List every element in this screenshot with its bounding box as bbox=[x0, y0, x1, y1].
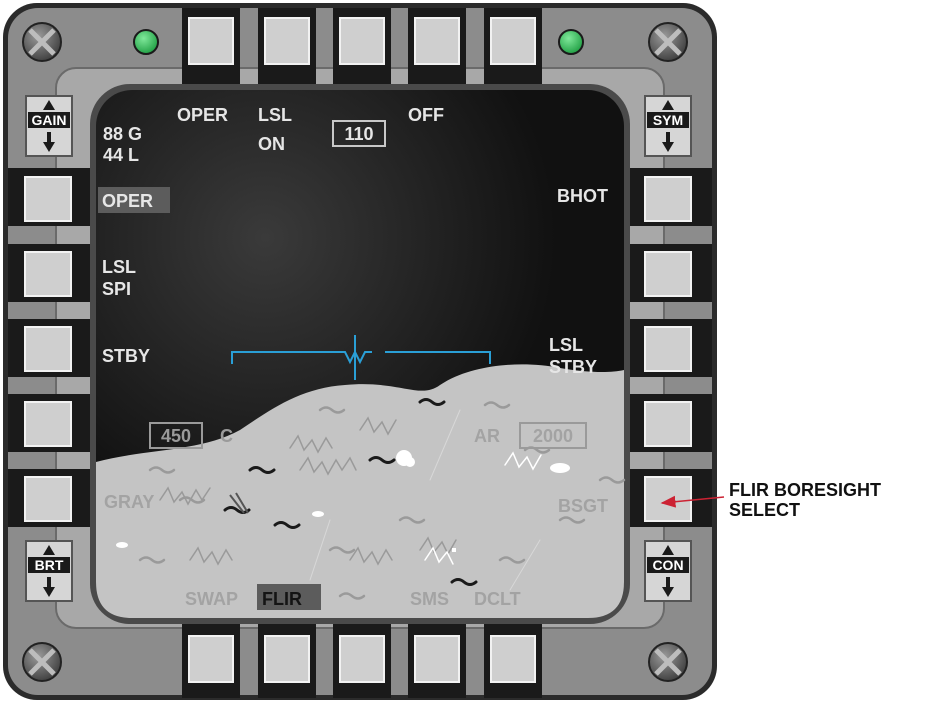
left-button-5[interactable] bbox=[8, 469, 92, 527]
right-bsgt-label: BSGT bbox=[558, 496, 608, 516]
screw-icon bbox=[22, 642, 62, 682]
bottom-swap-label: SWAP bbox=[185, 589, 238, 609]
indicator-light-right bbox=[558, 29, 584, 55]
left-gray-label: GRAY bbox=[104, 492, 154, 512]
speed-value: 450 bbox=[161, 426, 191, 446]
left-button-3[interactable] bbox=[8, 319, 92, 377]
screw-icon bbox=[22, 22, 62, 62]
left-spi-label: SPI bbox=[102, 279, 131, 299]
right-lsl-label: LSL bbox=[549, 335, 583, 355]
code-line-1: 88 G bbox=[103, 124, 142, 144]
left-lsl-label: LSL bbox=[102, 257, 136, 277]
bottom-flir-label: FLIR bbox=[262, 589, 302, 609]
heading-value: 110 bbox=[344, 124, 373, 144]
top-button-1[interactable] bbox=[182, 8, 240, 88]
top-oper-label: OPER bbox=[177, 105, 228, 125]
indicator-light-left bbox=[133, 29, 159, 55]
callout-line-1: FLIR BORESIGHT bbox=[729, 480, 881, 500]
bottom-dclt-label: DCLT bbox=[474, 589, 521, 609]
brt-rocker[interactable]: BRT bbox=[25, 540, 73, 602]
top-lsl-on-label: ON bbox=[258, 134, 285, 154]
right-bhot-label: BHOT bbox=[557, 186, 608, 206]
top-button-2[interactable] bbox=[258, 8, 316, 88]
right-button-2[interactable] bbox=[625, 244, 712, 302]
top-off-label: OFF bbox=[408, 105, 444, 125]
bottom-button-4[interactable] bbox=[408, 616, 466, 698]
right-button-4[interactable] bbox=[625, 394, 712, 452]
speed-unit-label: C bbox=[220, 426, 233, 446]
mfd-diagram: GAIN SYM BRT CON OPER LSL ON 110 OFF 88 … bbox=[3, 3, 881, 700]
code-line-2: 44 L bbox=[103, 145, 139, 165]
right-button-5-bsgt[interactable] bbox=[625, 469, 712, 527]
left-button-2[interactable] bbox=[8, 244, 92, 302]
screw-icon bbox=[648, 22, 688, 62]
bottom-button-2[interactable] bbox=[258, 616, 316, 698]
sym-label: SYM bbox=[653, 112, 683, 128]
top-button-3[interactable] bbox=[333, 8, 391, 88]
top-button-4[interactable] bbox=[408, 8, 466, 88]
bottom-button-1[interactable] bbox=[182, 616, 240, 698]
top-button-5[interactable] bbox=[484, 8, 542, 88]
bottom-sms-label: SMS bbox=[410, 589, 449, 609]
gain-rocker[interactable]: GAIN bbox=[25, 95, 73, 157]
screw-icon bbox=[648, 642, 688, 682]
altitude-value: 2000 bbox=[533, 426, 573, 446]
gain-label: GAIN bbox=[32, 112, 67, 128]
bottom-button-5[interactable] bbox=[484, 616, 542, 698]
sym-rocker[interactable]: SYM bbox=[644, 95, 692, 157]
con-label: CON bbox=[652, 557, 683, 573]
ar-label: AR bbox=[474, 426, 500, 446]
right-button-3[interactable] bbox=[625, 319, 712, 377]
left-button-4[interactable] bbox=[8, 394, 92, 452]
left-oper-label: OPER bbox=[102, 191, 153, 211]
left-stby-label: STBY bbox=[102, 346, 150, 366]
callout-line-2: SELECT bbox=[729, 500, 800, 520]
right-button-1[interactable] bbox=[625, 168, 712, 226]
right-stby-label: STBY bbox=[549, 357, 597, 377]
bottom-button-3[interactable] bbox=[333, 616, 391, 698]
left-button-1[interactable] bbox=[8, 168, 92, 226]
con-rocker[interactable]: CON bbox=[644, 540, 692, 602]
brt-label: BRT bbox=[35, 557, 64, 573]
top-lsl-label: LSL bbox=[258, 105, 292, 125]
